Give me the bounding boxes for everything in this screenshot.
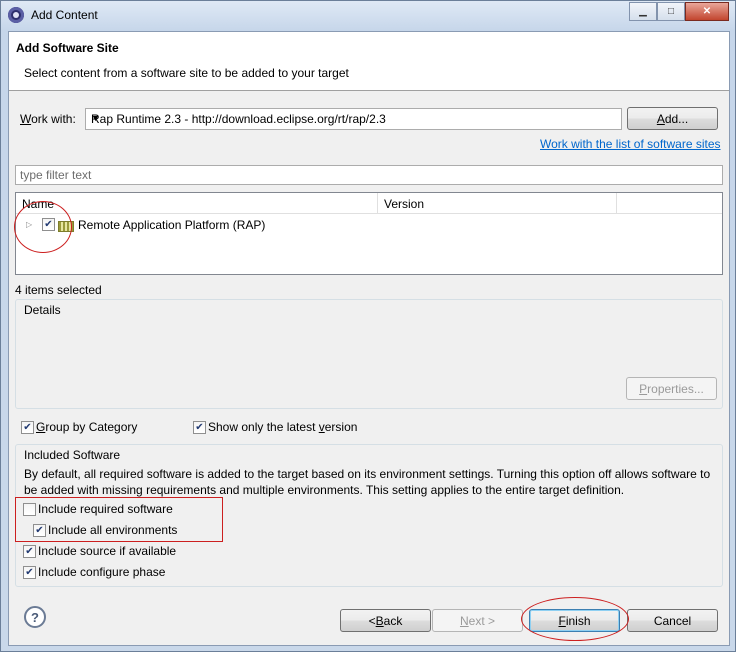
- tree-header: Name Version: [16, 193, 722, 214]
- properties-button[interactable]: Properties...: [626, 377, 717, 400]
- include-configure-label: Include configure phase: [38, 565, 166, 579]
- minimize-button[interactable]: ▁: [629, 2, 657, 21]
- dialog-window: Add Content ▁ □ ✕ Add Software Site Sele…: [0, 0, 736, 652]
- group-by-category-checkbox[interactable]: ✔: [21, 421, 34, 434]
- dropdown-arrow-icon[interactable]: ▼: [91, 113, 617, 123]
- page-title: Add Software Site: [16, 41, 119, 55]
- help-icon[interactable]: ?: [24, 606, 46, 628]
- maximize-button[interactable]: □: [657, 2, 685, 21]
- eclipse-icon: [8, 7, 24, 23]
- tree-row[interactable]: ▷ ✔ Remote Application Platform (RAP): [16, 215, 722, 235]
- details-label: Details: [24, 303, 61, 317]
- back-button[interactable]: < Back: [340, 609, 431, 632]
- filter-input[interactable]: type filter text: [15, 165, 723, 185]
- filter-placeholder: type filter text: [20, 168, 92, 182]
- included-software-title: Included Software: [24, 448, 121, 462]
- include-source-label: Include source if available: [38, 544, 177, 558]
- annotation-box: [15, 497, 223, 542]
- annotation-circle: [521, 597, 629, 641]
- software-sites-link[interactable]: Work with the list of software sites: [540, 137, 721, 151]
- include-source-checkbox[interactable]: ✔: [23, 545, 36, 558]
- included-software-description: By default, all required software is add…: [24, 467, 711, 497]
- column-name[interactable]: Name: [16, 193, 378, 213]
- work-with-label: Work with:: [20, 112, 76, 126]
- add-site-button[interactable]: Add...: [627, 107, 718, 130]
- dialog-client: Add Software Site Select content from a …: [8, 31, 730, 646]
- cancel-button[interactable]: Cancel: [627, 609, 718, 632]
- annotation-circle: [14, 201, 72, 253]
- include-configure-checkbox[interactable]: ✔: [23, 566, 36, 579]
- show-latest-checkbox[interactable]: ✔: [193, 421, 206, 434]
- next-button[interactable]: Next >: [432, 609, 523, 632]
- group-by-category-label: Group by Category: [36, 420, 138, 434]
- close-button[interactable]: ✕: [685, 2, 729, 21]
- work-with-combo[interactable]: Rap Runtime 2.3 - http://download.eclips…: [85, 108, 622, 130]
- software-tree[interactable]: Name Version ▷ ✔ Remote Application Plat…: [15, 192, 723, 275]
- show-latest-label: Show only the latest version: [208, 420, 358, 434]
- page-description: Select content from a software site to b…: [24, 66, 349, 80]
- column-version[interactable]: Version: [378, 193, 617, 213]
- details-group: Details Properties...: [15, 299, 723, 409]
- selection-status: 4 items selected: [15, 283, 102, 297]
- wizard-header: Add Software Site Select content from a …: [9, 32, 729, 91]
- title-bar[interactable]: Add Content ▁ □ ✕: [1, 1, 735, 29]
- row-label: Remote Application Platform (RAP): [78, 218, 266, 232]
- window-title: Add Content: [31, 8, 98, 22]
